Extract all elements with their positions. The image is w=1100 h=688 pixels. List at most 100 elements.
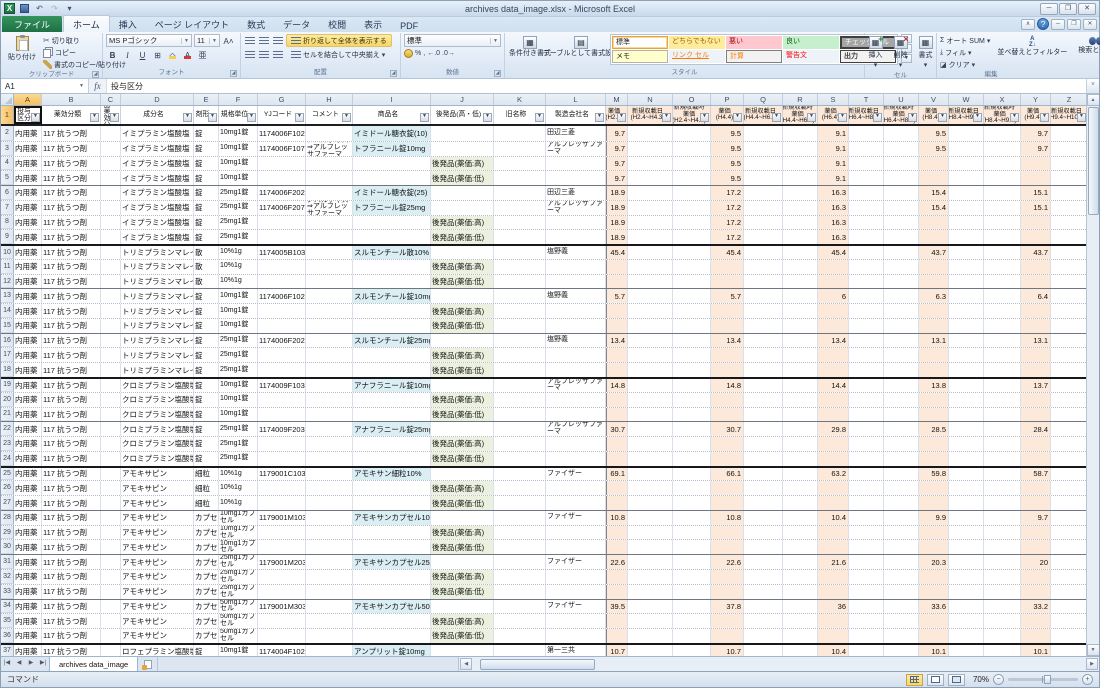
header-cell-P1[interactable]: 薬価(H4.4) (711, 106, 744, 124)
row-header-35[interactable]: 35 (1, 614, 14, 628)
cell-A10[interactable]: 内用薬 (14, 246, 42, 259)
cell-H12[interactable] (306, 275, 353, 289)
cell-B30[interactable]: 117 抗うつ剤 (42, 540, 101, 554)
cell-R20[interactable] (783, 393, 818, 407)
cell-A14[interactable]: 内用薬 (14, 304, 42, 318)
cell-T6[interactable] (849, 186, 884, 200)
header-cell-M1[interactable]: 薬価(H2.4) (606, 106, 628, 124)
column-header-D[interactable]: D (121, 94, 194, 105)
cell-X3[interactable] (984, 142, 1021, 156)
column-header-A[interactable]: A (14, 94, 42, 105)
cell-O35[interactable] (673, 614, 711, 628)
cell-J6[interactable] (431, 186, 494, 200)
grow-font-button[interactable]: A˄ (222, 35, 235, 47)
cell-I26[interactable] (353, 481, 431, 495)
cell-V10[interactable]: 43.7 (919, 246, 949, 259)
first-sheet-icon[interactable]: |◀ (1, 657, 13, 671)
cell-V13[interactable]: 6.3 (919, 289, 949, 303)
cell-G13[interactable]: 1174006F1022 (258, 289, 306, 303)
cell-Z3[interactable] (1051, 142, 1086, 156)
cell-C30[interactable] (101, 540, 121, 554)
cell-W16[interactable] (949, 334, 984, 348)
cell-W13[interactable] (949, 289, 984, 303)
filter-dropdown-icon[interactable] (342, 113, 351, 122)
cell-H32[interactable] (306, 570, 353, 584)
cell-U24[interactable] (884, 452, 919, 466)
cell-N36[interactable] (628, 629, 673, 643)
cell-D34[interactable]: アモキサピン (121, 600, 194, 614)
cell-R29[interactable] (783, 526, 818, 540)
tab-file[interactable]: ファイル (2, 16, 62, 32)
cell-K30[interactable] (494, 540, 546, 554)
clear-button[interactable]: ◪クリア▾ (940, 59, 990, 70)
cell-Z19[interactable] (1051, 379, 1086, 392)
cell-S31[interactable]: 21.6 (818, 555, 849, 569)
cell-D21[interactable]: クロミプラミン塩酸塩 (121, 408, 194, 422)
cell-Z4[interactable] (1051, 157, 1086, 171)
cell-G35[interactable] (258, 614, 306, 628)
comma-icon[interactable]: , (423, 50, 425, 57)
cell-C20[interactable] (101, 393, 121, 407)
column-header-V[interactable]: V (919, 94, 949, 105)
cell-B7[interactable]: 117 抗うつ剤 (42, 201, 101, 215)
cell-T7[interactable] (849, 201, 884, 215)
cell-F19[interactable]: 10mg1錠 (219, 379, 258, 392)
fill-color-button[interactable]: ◇ (166, 49, 179, 61)
cell-S19[interactable]: 14.4 (818, 379, 849, 392)
cell-B4[interactable]: 117 抗うつ剤 (42, 157, 101, 171)
cell-S33[interactable] (818, 585, 849, 599)
cell-P18[interactable] (711, 363, 744, 377)
cell-D30[interactable]: アモキサピン (121, 540, 194, 554)
cell-T11[interactable] (849, 260, 884, 274)
cell-N8[interactable] (628, 216, 673, 230)
cell-A12[interactable]: 内用薬 (14, 275, 42, 289)
cell-X4[interactable] (984, 157, 1021, 171)
align-center-icon[interactable] (259, 51, 269, 59)
cell-L26[interactable] (546, 481, 606, 495)
cell-Z31[interactable] (1051, 555, 1086, 569)
cell-T28[interactable] (849, 511, 884, 525)
cell-F5[interactable]: 10mg1錠 (219, 171, 258, 185)
cell-F26[interactable]: 10%1g (219, 481, 258, 495)
cell-Z34[interactable] (1051, 600, 1086, 614)
filter-dropdown-icon[interactable] (31, 113, 40, 122)
cell-C34[interactable] (101, 600, 121, 614)
tab-home[interactable]: ホーム (63, 15, 110, 32)
cell-H8[interactable] (306, 216, 353, 230)
cell-C7[interactable] (101, 201, 121, 215)
number-format-select[interactable]: 標準▼ (404, 34, 501, 47)
cell-I21[interactable] (353, 408, 431, 422)
find-select-button[interactable]: 検索と選択 (1074, 34, 1100, 57)
cell-A9[interactable]: 内用薬 (14, 230, 42, 244)
horizontal-scrollbar[interactable]: ◀ ▶ (458, 657, 1099, 671)
cell-T37[interactable] (849, 645, 884, 656)
cell-L8[interactable] (546, 216, 606, 230)
tab-view[interactable]: 表示 (355, 16, 391, 32)
cell-R37[interactable] (783, 645, 818, 656)
cell-U33[interactable] (884, 585, 919, 599)
cell-X6[interactable] (984, 186, 1021, 200)
cell-T12[interactable] (849, 275, 884, 289)
cell-I18[interactable] (353, 363, 431, 377)
cell-Y21[interactable] (1021, 408, 1051, 422)
cell-K26[interactable] (494, 481, 546, 495)
row-header-20[interactable]: 20 (1, 393, 14, 407)
cell-Z6[interactable] (1051, 186, 1086, 200)
cell-W28[interactable] (949, 511, 984, 525)
cell-L24[interactable] (546, 452, 606, 466)
cell-D2[interactable]: イミプラミン塩酸塩 (121, 126, 194, 141)
cell-W23[interactable] (949, 437, 984, 451)
cell-L3[interactable]: アルフレッサファーマ (546, 142, 606, 156)
cell-J3[interactable] (431, 142, 494, 156)
cell-J5[interactable]: 後発品(薬価:低) (431, 171, 494, 185)
cell-E7[interactable]: 錠 (194, 201, 219, 215)
cell-G26[interactable] (258, 481, 306, 495)
cell-D29[interactable]: アモキサピン (121, 526, 194, 540)
row-header-10[interactable]: 10 (1, 246, 14, 259)
cell-Z16[interactable] (1051, 334, 1086, 348)
cell-B23[interactable]: 117 抗うつ剤 (42, 437, 101, 451)
cell-Y35[interactable] (1021, 614, 1051, 628)
cell-Y11[interactable] (1021, 260, 1051, 274)
cell-B17[interactable]: 117 抗うつ剤 (42, 348, 101, 362)
cell-L7[interactable]: アルフレッサファーマ (546, 201, 606, 215)
